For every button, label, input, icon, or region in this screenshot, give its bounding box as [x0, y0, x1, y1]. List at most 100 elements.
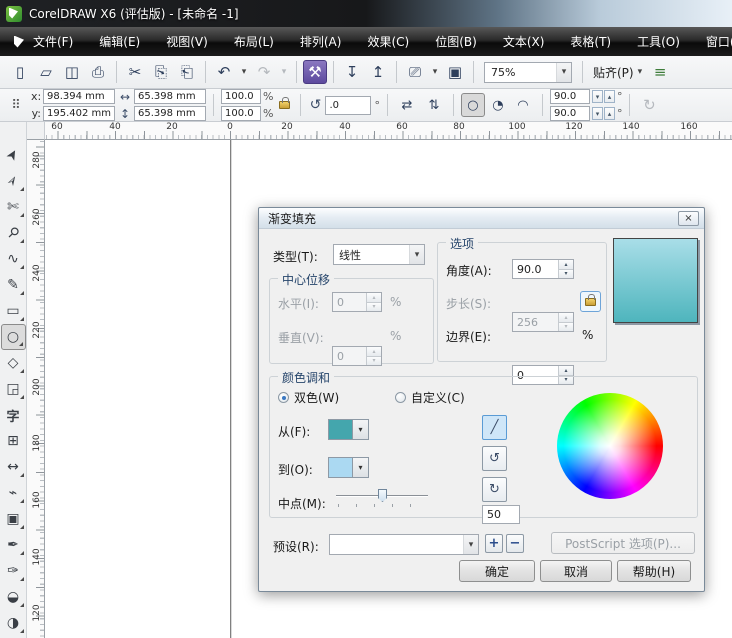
steps-field[interactable]: 256 ▴ ▾ [512, 312, 574, 332]
dialog-close-button[interactable]: × [678, 210, 699, 226]
steps-lock-button[interactable] [580, 291, 601, 312]
menu-item-2[interactable]: 视图(V) [153, 29, 221, 54]
menu-item-8[interactable]: 表格(T) [557, 29, 624, 54]
vertical-offset-field[interactable]: 0 ▴ ▾ [332, 346, 382, 366]
menu-item-9[interactable]: 工具(O) [624, 29, 693, 54]
spin-up-button[interactable]: ▴ [367, 347, 381, 357]
angle-field[interactable]: 90.0 ▴ ▾ [512, 259, 574, 279]
pick-tool[interactable]: ➤ [1, 142, 26, 168]
spin-down-button[interactable]: ▾ [591, 90, 603, 103]
mirror-horizontal-button[interactable]: ⇄ [395, 93, 419, 117]
ok-button[interactable]: 确定 [459, 560, 535, 582]
ellipse-mode-button[interactable]: ○ [460, 93, 485, 117]
crop-tool[interactable]: ✄ [1, 194, 26, 220]
menu-item-3[interactable]: 布局(L) [221, 29, 287, 54]
counterclockwise-path-button[interactable]: ↺ [482, 446, 507, 471]
undo-dropdown-button[interactable]: ▾ [238, 60, 250, 84]
application-launcher-button[interactable]: ⎚ [403, 60, 427, 84]
menu-item-7[interactable]: 文本(X) [490, 29, 558, 54]
start-angle-field[interactable]: 90.0 [549, 89, 590, 104]
help-button[interactable]: 帮助(H) [617, 560, 691, 582]
object-width-field[interactable]: 65.398 mm [134, 89, 206, 104]
x-position-field[interactable]: 98.394 mm [43, 89, 115, 104]
menu-item-6[interactable]: 位图(B) [422, 29, 490, 54]
snap-to-button[interactable]: 贴齐(P) ▾ [589, 61, 646, 84]
lock-ratio-button[interactable] [279, 97, 291, 112]
zoom-level-combo[interactable]: 75% ▾ [484, 61, 572, 83]
scale-x-field[interactable]: 100.0 [221, 89, 261, 104]
export-button[interactable]: ↥ [366, 60, 390, 84]
redo-dropdown-button[interactable]: ▾ [278, 60, 290, 84]
custom-radio[interactable]: 自定义(C) [395, 389, 465, 406]
spin-down-button[interactable]: ▾ [591, 107, 603, 120]
menu-item-5[interactable]: 效果(C) [354, 29, 422, 54]
save-button[interactable]: ◫ [60, 60, 84, 84]
whats-new-button[interactable]: ⚒ [303, 60, 327, 84]
ruler-origin-corner[interactable] [27, 122, 45, 140]
menu-item-10[interactable]: 窗口(W) [693, 29, 732, 54]
eyedropper-tool[interactable]: ✒ [1, 532, 26, 558]
copy-button[interactable]: ⎘ [149, 60, 173, 84]
horizontal-offset-field[interactable]: 0 ▴ ▾ [332, 292, 382, 312]
arc-mode-button[interactable]: ◠ [511, 93, 535, 117]
open-button[interactable]: ▱ [34, 60, 58, 84]
rotation-angle-field[interactable]: .0 [325, 95, 372, 115]
spin-up-button[interactable]: ▴ [559, 366, 573, 376]
dialog-title-bar[interactable]: 渐变填充 × [259, 208, 704, 229]
paste-button[interactable]: ⎗ [175, 60, 199, 84]
menu-item-1[interactable]: 编辑(E) [86, 29, 153, 54]
clockwise-path-button[interactable]: ↻ [482, 477, 507, 502]
spin-up-button[interactable]: ▴ [367, 293, 381, 303]
pie-mode-button[interactable]: ◔ [486, 93, 510, 117]
freehand-tool[interactable]: ∿ [1, 246, 26, 272]
interactive-fill-tool[interactable]: ◑ [1, 610, 26, 636]
basic-shapes-tool[interactable]: ◲ [1, 376, 26, 402]
color-wheel[interactable] [557, 393, 663, 499]
text-tool[interactable]: 字 [1, 402, 26, 428]
import-button[interactable]: ↧ [340, 60, 364, 84]
object-position-button[interactable]: ⠿ [4, 93, 28, 117]
cut-button[interactable]: ✂ [123, 60, 147, 84]
spin-down-button[interactable]: ▾ [367, 302, 381, 311]
cancel-button[interactable]: 取消 [540, 560, 612, 582]
spin-down-button[interactable]: ▾ [559, 269, 573, 278]
midpoint-field[interactable]: 50 [482, 505, 520, 524]
vertical-ruler[interactable]: 280 260 240 220 200 180 160 140 120 [27, 140, 45, 638]
change-direction-button[interactable]: ↻ [637, 93, 661, 117]
dimension-tool[interactable]: ↔ [1, 454, 26, 480]
ellipse-tool[interactable]: ○ [0, 324, 26, 350]
y-position-field[interactable]: 195.402 mm [43, 106, 115, 121]
presets-combo[interactable]: ▾ [329, 534, 479, 555]
spin-down-button[interactable]: ▾ [367, 356, 381, 365]
slider-thumb[interactable] [378, 489, 387, 502]
spin-down-button[interactable]: ▾ [559, 322, 573, 331]
horizontal-ruler[interactable]: 60 40 20 0 20 40 60 80 100 120 140 160 [45, 122, 732, 140]
spin-up-button[interactable]: ▴ [559, 313, 573, 323]
connector-tool[interactable]: ⌁ [1, 480, 26, 506]
spin-up-button[interactable]: ▴ [559, 260, 573, 270]
end-angle-field[interactable]: 90.0 [549, 106, 590, 121]
zoom-tool[interactable]: ⚲ [1, 220, 26, 246]
mirror-vertical-button[interactable]: ⇅ [422, 93, 446, 117]
blend-tool[interactable]: ▣ [1, 506, 26, 532]
print-button[interactable]: ⎙ [86, 60, 110, 84]
fill-tool[interactable]: ◒ [1, 584, 26, 610]
new-document-button[interactable]: ▯ [8, 60, 32, 84]
menu-item-0[interactable]: 文件(F) [20, 29, 86, 54]
redo-button[interactable]: ↷ [252, 60, 276, 84]
from-color-picker[interactable]: ▾ [328, 419, 369, 440]
smart-fill-tool[interactable]: ✎ [1, 272, 26, 298]
table-tool[interactable]: ⊞ [1, 428, 26, 454]
to-color-picker[interactable]: ▾ [328, 457, 369, 478]
spin-up-button[interactable]: ▴ [603, 107, 615, 120]
rectangle-tool[interactable]: ▭ [1, 298, 26, 324]
outline-pen-tool[interactable]: ✑ [1, 558, 26, 584]
postscript-options-button[interactable]: PostScript 选项(P)... [551, 532, 695, 554]
shape-tool[interactable]: ➢ [1, 168, 26, 194]
object-height-field[interactable]: 65.398 mm [134, 106, 206, 121]
midpoint-slider[interactable] [336, 489, 428, 507]
remove-preset-button[interactable]: − [506, 534, 524, 553]
add-preset-button[interactable]: + [485, 534, 503, 553]
direct-path-button[interactable]: ╱ [482, 415, 507, 440]
spin-up-button[interactable]: ▴ [603, 90, 615, 103]
